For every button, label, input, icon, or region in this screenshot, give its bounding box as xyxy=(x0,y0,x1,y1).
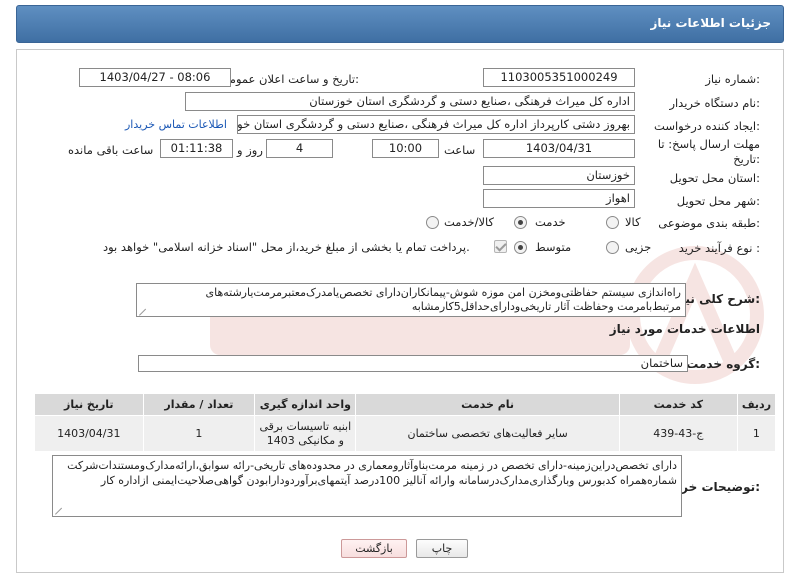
category-option-service-label: خدمت xyxy=(535,215,566,229)
services-table: ردیف کد خدمت نام خدمت واحد اندازه گیری ت… xyxy=(34,393,777,452)
category-option-both-label: کالا/خدمت xyxy=(444,215,495,229)
process-option-medium-label: متوسط xyxy=(535,240,572,254)
announce-datetime-label: تاریخ و ساعت اعلان عمومی: xyxy=(220,72,359,86)
services-table-header-row: ردیف کد خدمت نام خدمت واحد اندازه گیری ت… xyxy=(34,393,777,416)
summary-label: شرح کلی نیاز: xyxy=(674,292,760,306)
delivery-province-field: خوزستان xyxy=(483,166,635,185)
category-radio-goods-service[interactable] xyxy=(426,216,439,229)
cell-quantity: 1 xyxy=(142,415,256,452)
category-option-goods-label: کالا xyxy=(625,215,641,229)
days-remaining-field: 4 xyxy=(266,139,333,158)
category-radio-goods[interactable] xyxy=(606,216,619,229)
process-option-minor-label: جزیی xyxy=(625,240,652,254)
back-button[interactable]: بازگشت xyxy=(341,539,407,558)
summary-textarea[interactable]: راه‌اندازی سیستم حفاظتی‌ومخزن امن موزه ش… xyxy=(136,283,686,317)
process-radio-medium[interactable] xyxy=(514,241,527,254)
process-radio-minor[interactable] xyxy=(606,241,619,254)
delivery-city-label: شهر محل تحویل: xyxy=(676,194,760,208)
print-button[interactable]: چاپ xyxy=(416,539,468,558)
col-header-quantity: تعداد / مقدار xyxy=(142,393,256,416)
requester-label: ایجاد کننده درخواست: xyxy=(654,119,760,133)
page-header: جزئیات اطلاعات نیاز xyxy=(16,5,784,43)
col-header-need-date: تاریخ نیاز xyxy=(34,393,144,416)
buyer-notes-resize-handle[interactable] xyxy=(55,506,63,514)
requester-field: بهروز دشتی کارپرداز اداره کل میراث فرهنگ… xyxy=(237,115,635,134)
time-remaining-label: ساعت باقی مانده xyxy=(68,143,154,157)
buyer-org-label: نام دستگاه خریدار: xyxy=(669,96,760,110)
table-row: 1 ج-43-439 سایر فعالیت‌های تخصصی ساختمان… xyxy=(34,415,777,452)
need-number-field: 1103005351000249 xyxy=(483,68,635,87)
buyer-notes-textarea[interactable]: دارای تخصص‌دراین‌زمینه-دارای تخصص در زمی… xyxy=(52,455,682,517)
col-header-unit: واحد اندازه گیری xyxy=(254,393,357,416)
page-title: جزئیات اطلاعات نیاز xyxy=(650,16,771,30)
service-group-field: ساختمان xyxy=(138,355,688,372)
col-header-row-number: ردیف xyxy=(736,393,777,416)
delivery-city-field: اهواز xyxy=(483,189,635,208)
cell-unit: ابنیه تاسیسات برقی و مکانیکی 1403 xyxy=(254,415,357,452)
summary-resize-handle[interactable] xyxy=(139,307,147,315)
cell-need-date: 1403/04/31 xyxy=(34,415,144,452)
need-number-label: شماره نیاز: xyxy=(705,72,760,86)
delivery-province-label: استان محل تحویل: xyxy=(669,171,760,185)
col-header-service-name: نام خدمت xyxy=(355,393,620,416)
deadline-time-field: 10:00 xyxy=(372,139,439,158)
deadline-date-field: 1403/04/31 xyxy=(483,139,635,158)
purchase-process-label: نوع فرآیند خرید : xyxy=(678,241,760,255)
deadline-label-line2: تاریخ: xyxy=(733,152,760,166)
announce-datetime-field: 1403/04/27 - 08:06 xyxy=(79,68,231,87)
buyer-contact-link[interactable]: اطلاعات تماس خریدار xyxy=(125,118,227,131)
col-header-service-code: کد خدمت xyxy=(618,393,738,416)
treasury-payment-checkbox[interactable] xyxy=(494,240,507,253)
category-label: طبقه بندی موضوعی: xyxy=(658,216,760,230)
cell-service-name: سایر فعالیت‌های تخصصی ساختمان xyxy=(355,415,620,452)
deadline-label-line1: مهلت ارسال پاسخ: تا xyxy=(657,137,760,151)
category-radio-service[interactable] xyxy=(514,216,527,229)
treasury-payment-note: پرداخت تمام یا بخشی از مبلغ خرید،از محل … xyxy=(103,240,470,254)
cell-row-number: 1 xyxy=(736,415,777,452)
cell-service-code: ج-43-439 xyxy=(618,415,738,452)
deadline-time-label: ساعت xyxy=(444,143,476,157)
days-label: روز و xyxy=(237,143,263,157)
buyer-org-field: اداره کل میراث فرهنگی ،صنایع دستی و گردش… xyxy=(185,92,635,111)
time-remaining-field: 01:11:38 xyxy=(160,139,233,158)
service-group-label: گروه خدمت: xyxy=(686,357,760,371)
services-section-title: اطلاعات خدمات مورد نیاز xyxy=(609,322,760,336)
